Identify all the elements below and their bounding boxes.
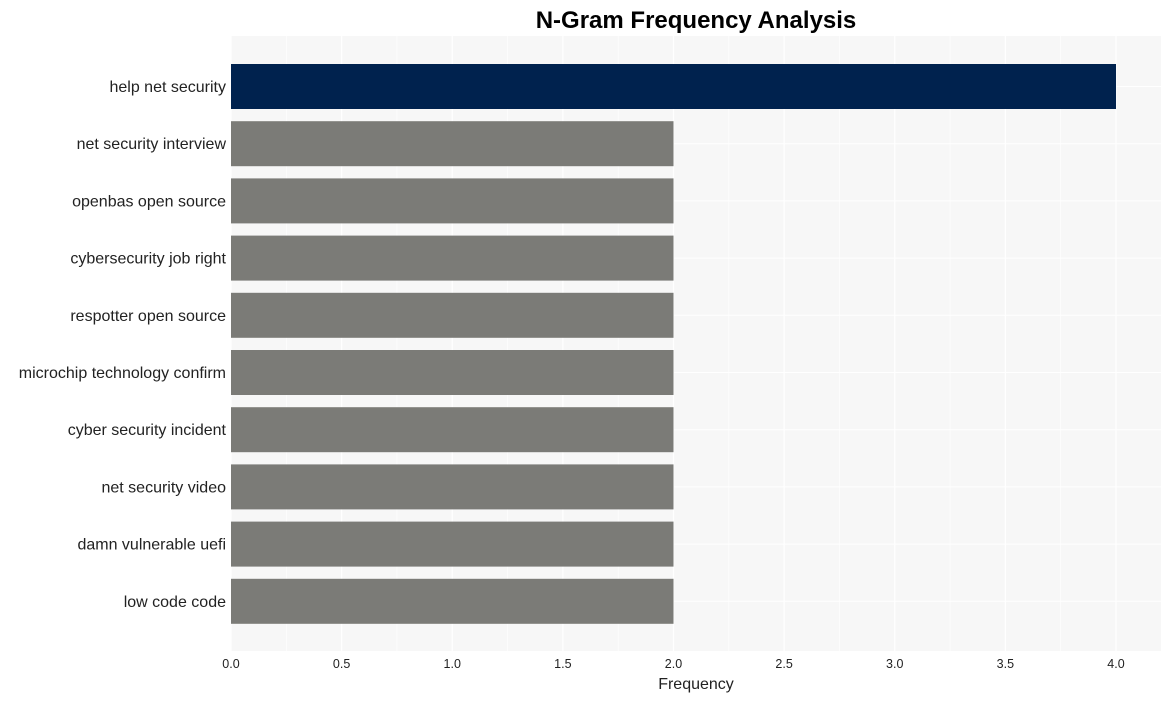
x-tick-label: 4.0 [1107, 657, 1124, 671]
y-axis-labels: help net security net security interview o… [19, 79, 227, 611]
bar [231, 464, 674, 510]
y-tick-label: damn vulnerable uefi [77, 537, 226, 554]
x-axis-ticks: 0.0 0.5 1.0 1.5 2.0 2.5 3.0 3.5 4.0 [222, 657, 1124, 671]
bar [231, 578, 674, 624]
x-axis-label: Frequency [658, 676, 734, 693]
x-tick-label: 2.5 [775, 657, 792, 671]
x-tick-label: 1.0 [444, 657, 461, 671]
x-tick-label: 1.5 [554, 657, 571, 671]
x-tick-label: 0.5 [333, 657, 350, 671]
bar [231, 178, 674, 224]
chart-title: N-Gram Frequency Analysis [536, 7, 857, 34]
ngram-bar-chart: help net security net security interview o… [19, 7, 1161, 693]
y-tick-label: openbas open source [72, 193, 226, 210]
x-tick-label: 3.0 [886, 657, 903, 671]
y-tick-label: net security video [101, 479, 226, 496]
bar [231, 235, 674, 281]
bar [231, 64, 1116, 109]
y-tick-label: respotter open source [70, 308, 226, 325]
y-tick-label: microchip technology confirm [19, 365, 226, 382]
y-tick-label: cybersecurity job right [70, 251, 226, 268]
y-tick-label: help net security [109, 79, 226, 96]
y-tick-label: net security interview [77, 136, 227, 153]
bar [231, 292, 674, 338]
bar [231, 521, 674, 567]
x-tick-label: 3.5 [997, 657, 1014, 671]
x-tick-label: 2.0 [665, 657, 682, 671]
x-tick-label: 0.0 [222, 657, 239, 671]
bar [231, 121, 674, 167]
y-tick-label: low code code [124, 594, 226, 611]
y-tick-label: cyber security incident [68, 422, 227, 439]
bar [231, 350, 674, 395]
bar [231, 407, 674, 453]
